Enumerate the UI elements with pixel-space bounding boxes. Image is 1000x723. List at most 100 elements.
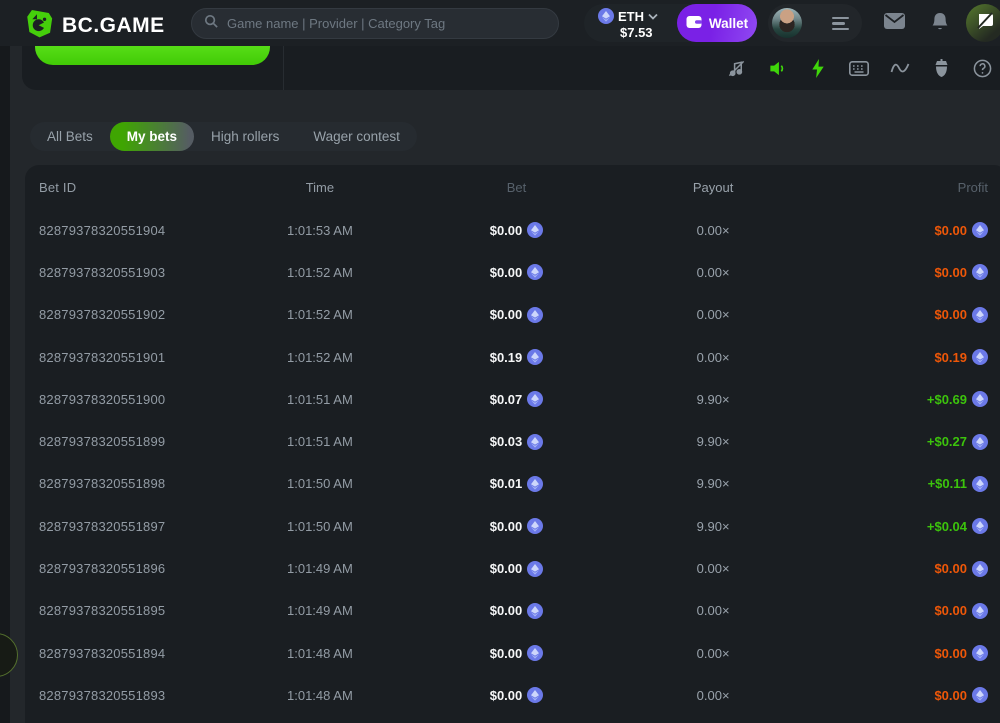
tab-all-bets[interactable]: All Bets bbox=[30, 122, 110, 151]
eth-coin-icon bbox=[527, 349, 543, 365]
table-header: Bet ID Time Bet Payout Profit bbox=[25, 165, 1000, 209]
table-row[interactable]: 82879378320551904 1:01:53 AM $0.00 0.00×… bbox=[25, 209, 1000, 251]
bet-amount-cell: $0.19 bbox=[418, 349, 615, 365]
bet-button[interactable] bbox=[35, 46, 270, 65]
wallet-button[interactable]: Wallet bbox=[677, 4, 757, 42]
bet-amount-cell: $0.00 bbox=[418, 222, 615, 238]
sound-on-icon[interactable] bbox=[767, 58, 787, 78]
bet-profit: +$0.69 bbox=[927, 392, 967, 407]
logo-wordmark: BC.GAME bbox=[62, 14, 165, 38]
bet-profit-cell: $0.00 bbox=[811, 645, 1000, 661]
bet-profit: $0.00 bbox=[934, 307, 967, 322]
bet-id: 82879378320551893 bbox=[25, 688, 222, 703]
bet-profit-cell: $0.00 bbox=[811, 222, 1000, 238]
bet-profit: +$0.27 bbox=[927, 434, 967, 449]
hotkeys-keyboard-icon[interactable] bbox=[849, 58, 869, 78]
bcgame-logo[interactable]: BC.GAME bbox=[26, 9, 165, 43]
currency-balance: $7.53 bbox=[620, 25, 658, 40]
bet-id: 82879378320551899 bbox=[25, 434, 222, 449]
bet-payout: 0.00× bbox=[615, 603, 812, 618]
eth-coin-icon bbox=[527, 222, 543, 238]
bet-profit-cell: +$0.04 bbox=[811, 518, 1000, 534]
bet-profit-cell: +$0.27 bbox=[811, 434, 1000, 450]
table-row[interactable]: 82879378320551901 1:01:52 AM $0.19 0.00×… bbox=[25, 336, 1000, 378]
bet-amount-cell: $0.00 bbox=[418, 518, 615, 534]
table-row[interactable]: 82879378320551899 1:01:51 AM $0.03 9.90×… bbox=[25, 420, 1000, 462]
eth-coin-icon bbox=[527, 264, 543, 280]
turbo-lightning-icon[interactable] bbox=[808, 58, 828, 78]
table-body: 82879378320551904 1:01:53 AM $0.00 0.00×… bbox=[25, 209, 1000, 717]
table-row[interactable]: 82879378320551902 1:01:52 AM $0.00 0.00×… bbox=[25, 294, 1000, 336]
bet-time: 1:01:51 AM bbox=[222, 392, 419, 407]
bet-id: 82879378320551896 bbox=[25, 561, 222, 576]
game-toolbar bbox=[726, 46, 992, 90]
bet-amount-cell: $0.00 bbox=[418, 307, 615, 323]
bet-profit-cell: $0.00 bbox=[811, 264, 1000, 280]
bet-time: 1:01:48 AM bbox=[222, 646, 419, 661]
header-time: Time bbox=[222, 180, 419, 195]
bet-profit-cell: $0.00 bbox=[811, 603, 1000, 619]
table-row[interactable]: 82879378320551900 1:01:51 AM $0.07 9.90×… bbox=[25, 378, 1000, 420]
mail-icon[interactable] bbox=[884, 13, 905, 34]
tab-my-bets[interactable]: My bets bbox=[110, 122, 194, 151]
table-row[interactable]: 82879378320551893 1:01:48 AM $0.00 0.00×… bbox=[25, 674, 1000, 716]
chat-toggle-button[interactable] bbox=[966, 4, 1000, 42]
bet-amount-cell: $0.01 bbox=[418, 476, 615, 492]
eth-coin-icon bbox=[972, 349, 988, 365]
bet-amount-cell: $0.00 bbox=[418, 264, 615, 280]
bet-amount: $0.00 bbox=[490, 688, 523, 703]
bet-profit-cell: $0.00 bbox=[811, 687, 1000, 703]
bell-icon[interactable] bbox=[931, 12, 949, 38]
bet-profit: $0.00 bbox=[934, 688, 967, 703]
bet-payout: 0.00× bbox=[615, 688, 812, 703]
tab-wager-contest[interactable]: Wager contest bbox=[296, 122, 417, 151]
bet-amount: $0.00 bbox=[490, 265, 523, 280]
profile-menu[interactable] bbox=[768, 4, 862, 42]
balance-wallet-group: ETH $7.53 Wallet bbox=[584, 4, 757, 42]
eth-coin-icon bbox=[527, 434, 543, 450]
bet-profit: $0.19 bbox=[934, 350, 967, 365]
help-question-icon[interactable] bbox=[972, 58, 992, 78]
eth-coin-icon bbox=[972, 561, 988, 577]
bet-amount: $0.03 bbox=[490, 434, 523, 449]
bet-amount: $0.19 bbox=[490, 350, 523, 365]
music-off-icon[interactable] bbox=[726, 58, 746, 78]
bet-amount-cell: $0.07 bbox=[418, 391, 615, 407]
bet-profit-cell: $0.00 bbox=[811, 307, 1000, 323]
eth-coin-icon bbox=[972, 434, 988, 450]
bet-amount-cell: $0.00 bbox=[418, 561, 615, 577]
wallet-icon bbox=[686, 15, 702, 32]
table-row[interactable]: 82879378320551896 1:01:49 AM $0.00 0.00×… bbox=[25, 547, 1000, 589]
bet-profit: $0.00 bbox=[934, 223, 967, 238]
tab-high-rollers[interactable]: High rollers bbox=[194, 122, 296, 151]
chat-disabled-icon bbox=[975, 11, 995, 36]
bet-id: 82879378320551894 bbox=[25, 646, 222, 661]
currency-selector[interactable]: ETH $7.53 bbox=[598, 7, 658, 40]
search-input[interactable] bbox=[227, 16, 546, 31]
bet-time: 1:01:51 AM bbox=[222, 434, 419, 449]
bets-table: Bet ID Time Bet Payout Profit 8287937832… bbox=[25, 165, 1000, 723]
eth-coin-icon bbox=[527, 391, 543, 407]
bet-amount-cell: $0.00 bbox=[418, 687, 615, 703]
bet-profit-cell: $0.00 bbox=[811, 561, 1000, 577]
bet-profit: +$0.11 bbox=[928, 476, 967, 491]
table-row[interactable]: 82879378320551903 1:01:52 AM $0.00 0.00×… bbox=[25, 251, 1000, 293]
avatar[interactable] bbox=[772, 8, 802, 38]
table-row[interactable]: 82879378320551897 1:01:50 AM $0.00 9.90×… bbox=[25, 505, 1000, 547]
bet-amount-cell: $0.00 bbox=[418, 603, 615, 619]
bet-amount: $0.01 bbox=[490, 476, 523, 491]
search-bar[interactable] bbox=[191, 8, 559, 39]
top-navbar: BC.GAME ETH $7.53 bbox=[0, 0, 1000, 46]
table-row[interactable]: 82879378320551898 1:01:50 AM $0.01 9.90×… bbox=[25, 463, 1000, 505]
bet-profit-cell: $0.19 bbox=[811, 349, 1000, 365]
edge-floating-button[interactable] bbox=[0, 633, 18, 677]
table-row[interactable]: 82879378320551895 1:01:49 AM $0.00 0.00×… bbox=[25, 590, 1000, 632]
seed-acorn-icon[interactable] bbox=[931, 58, 951, 78]
live-stats-wave-icon[interactable] bbox=[890, 58, 910, 78]
search-icon bbox=[204, 14, 219, 34]
bet-time: 1:01:48 AM bbox=[222, 688, 419, 703]
eth-coin-icon bbox=[972, 476, 988, 492]
bet-payout: 0.00× bbox=[615, 223, 812, 238]
table-row[interactable]: 82879378320551894 1:01:48 AM $0.00 0.00×… bbox=[25, 632, 1000, 674]
eth-coin-icon bbox=[972, 307, 988, 323]
